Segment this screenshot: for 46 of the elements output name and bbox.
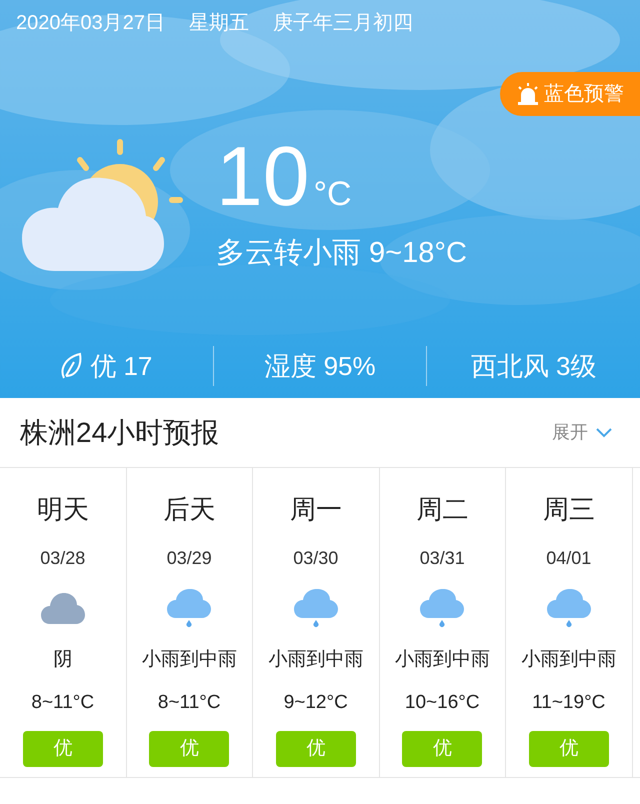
forecast-title: 株洲24小时预报 <box>20 416 220 450</box>
partly-cloudy-icon <box>20 136 186 272</box>
day-text: 周二 <box>416 493 468 526</box>
weekday-text: 星期五 <box>188 11 249 36</box>
date-text: 03/30 <box>293 547 338 570</box>
day-text: 后天 <box>163 493 216 526</box>
weather-text: 小雨到中雨 <box>268 648 364 672</box>
air-quality-badge: 优 <box>402 731 482 767</box>
alert-badge[interactable]: 蓝色预警 <box>500 72 640 116</box>
air-quality-badge: 优 <box>149 731 230 767</box>
stat-text: 优 17 <box>90 350 152 382</box>
stat-text: 湿度 95% <box>264 350 376 382</box>
lunar-date-text: 庚子年三月初四 <box>272 11 413 36</box>
air-quality-badge: 优 <box>528 731 609 767</box>
date-text: 04/01 <box>546 547 592 570</box>
date-text: 2020年03月27日 <box>16 11 165 36</box>
unit-text: °C <box>313 174 352 214</box>
date-text: 03/28 <box>40 547 86 570</box>
day-text: 明天 <box>36 493 89 526</box>
rain-cloud-icon <box>546 588 592 630</box>
rain-cloud-icon <box>292 588 339 630</box>
temperature-range-text: 8~11°C <box>158 690 221 714</box>
chevron-down-icon <box>596 428 612 438</box>
weather-description: 多云转小雨 9~18°C <box>216 236 467 271</box>
leaf-icon <box>60 352 82 380</box>
day-text: 周一 <box>290 493 342 526</box>
rain-cloud-icon <box>419 588 466 630</box>
weather-text: 阴 <box>53 648 72 672</box>
air-quality-badge: 优 <box>276 731 356 767</box>
day-text: 周三 <box>542 493 595 526</box>
stat-text: 西北风 3级 <box>470 350 597 382</box>
temperature-range-text: 9~12°C <box>284 690 348 714</box>
date-text: 03/29 <box>166 547 212 570</box>
date-text: 03/31 <box>420 547 465 570</box>
air-quality-badge: 优 <box>22 731 103 767</box>
temperature-text: 10 <box>216 134 310 218</box>
siren-icon <box>516 83 540 105</box>
temperature-range-text: 10~16°C <box>404 690 480 714</box>
weather-text: 小雨到中雨 <box>521 648 616 672</box>
expand-button[interactable]: 展开 <box>552 419 620 446</box>
weather-text: 小雨到中雨 <box>394 648 490 672</box>
rain-cloud-icon <box>166 588 212 630</box>
weather-text: 小雨到中雨 <box>142 648 237 672</box>
cloud-icon <box>40 592 86 626</box>
temperature-range-text: 11~19°C <box>532 690 606 714</box>
temperature-range-text: 8~11°C <box>31 690 94 714</box>
